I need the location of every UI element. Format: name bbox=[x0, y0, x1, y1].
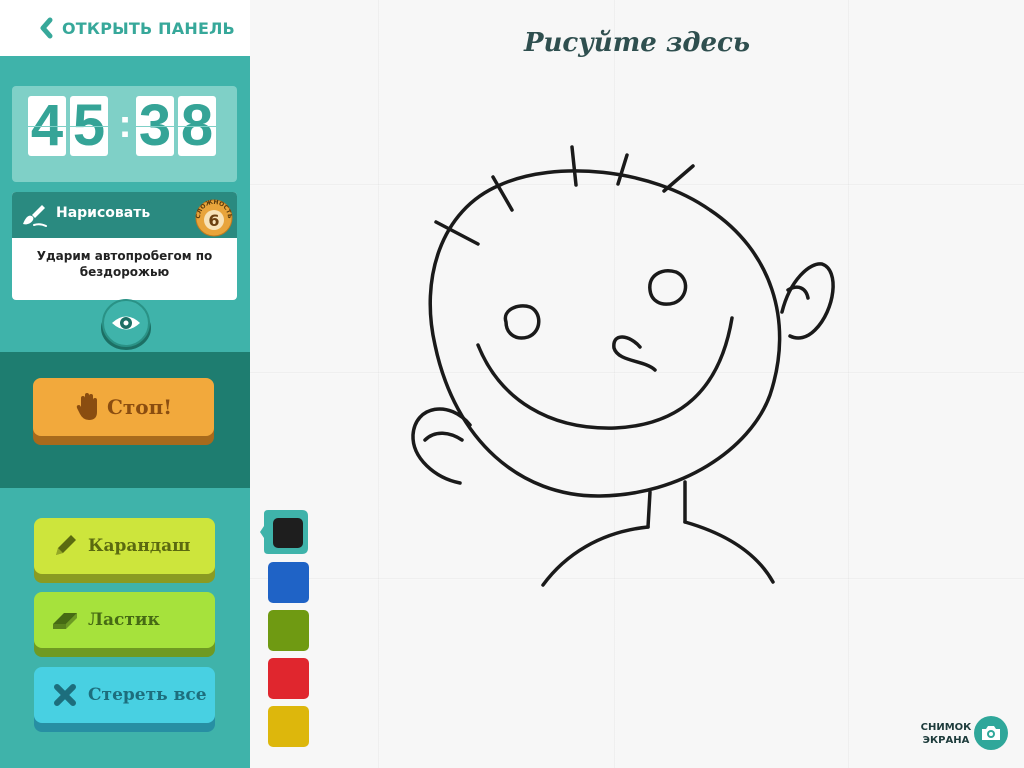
screenshot-label: СНИМОК ЭКРАНА bbox=[918, 721, 974, 747]
reveal-task-button[interactable] bbox=[99, 298, 153, 352]
pencil-icon bbox=[50, 532, 80, 560]
eraser-label: Ластик bbox=[88, 610, 160, 630]
close-icon bbox=[50, 681, 80, 709]
pencil-button[interactable]: Карандаш bbox=[34, 518, 215, 574]
color-swatch-green[interactable] bbox=[268, 610, 309, 651]
screenshot-label-line: СНИМОК bbox=[920, 722, 972, 733]
color-swatch-red[interactable] bbox=[268, 658, 309, 699]
draw-brush-icon bbox=[20, 202, 48, 228]
color-palette bbox=[260, 510, 316, 752]
sketch-drawing bbox=[411, 145, 835, 587]
control-panel: ОТКРЫТЬ ПАНЕЛЬ 4 5 : 3 8 Нарисовать СЛОЖ… bbox=[0, 0, 250, 768]
timer-separator: : bbox=[118, 102, 132, 146]
task-header: Нарисовать СЛОЖНОСТЬ 6 bbox=[12, 192, 237, 238]
timer: 4 5 : 3 8 bbox=[12, 86, 237, 182]
stop-label: Стоп! bbox=[106, 395, 173, 419]
task-title: Нарисовать bbox=[56, 205, 151, 221]
hand-stop-icon bbox=[75, 392, 101, 422]
eraser-icon bbox=[50, 606, 80, 634]
color-swatch-yellow[interactable] bbox=[268, 706, 309, 747]
timer-digit: 5 bbox=[70, 96, 108, 156]
stop-button[interactable]: Стоп! bbox=[33, 378, 214, 436]
color-swatch-black[interactable] bbox=[273, 518, 303, 548]
task-phrase: Ударим автопробегом по бездорожью bbox=[36, 249, 213, 279]
pencil-label: Карандаш bbox=[88, 536, 191, 556]
timer-digit: 3 bbox=[136, 96, 174, 156]
difficulty-badge: СЛОЖНОСТЬ 6 bbox=[192, 194, 236, 238]
eraser-button[interactable]: Ластик bbox=[34, 592, 215, 648]
clear-all-button[interactable]: Стереть все bbox=[34, 667, 215, 723]
timer-digit: 4 bbox=[28, 96, 66, 156]
timer-digit: 8 bbox=[178, 96, 216, 156]
camera-icon bbox=[974, 716, 1008, 750]
open-panel-button[interactable]: ОТКРЫТЬ ПАНЕЛЬ bbox=[0, 0, 250, 56]
task-card: Нарисовать СЛОЖНОСТЬ 6 Ударим автопробег… bbox=[12, 192, 237, 300]
color-swatch-blue[interactable] bbox=[268, 562, 309, 603]
screenshot-button[interactable]: СНИМОК ЭКРАНА bbox=[912, 716, 1016, 752]
clear-all-label: Стереть все bbox=[88, 685, 207, 705]
open-panel-label: ОТКРЫТЬ ПАНЕЛЬ bbox=[62, 18, 235, 38]
difficulty-value: 6 bbox=[208, 211, 219, 230]
screenshot-label-line: ЭКРАНА bbox=[922, 735, 970, 746]
chevron-left-icon bbox=[36, 16, 56, 40]
drawing-canvas[interactable]: Рисуйте здесь СНИМОК ЭКРАНА bbox=[250, 0, 1024, 768]
